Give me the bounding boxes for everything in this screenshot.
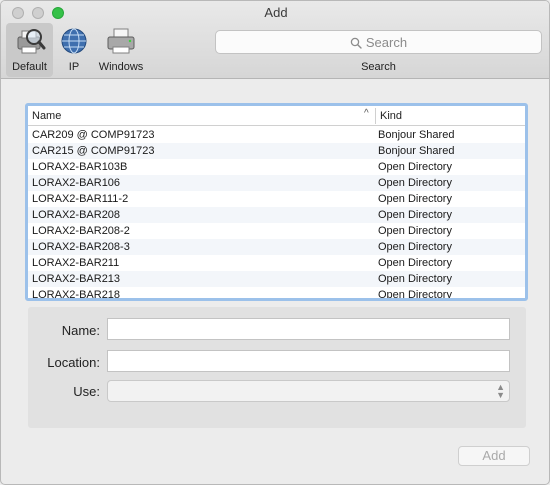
table-row[interactable]: LORAX2-BAR103B Open Directory [28, 159, 525, 175]
row-kind: Open Directory [378, 289, 452, 301]
table-row[interactable]: LORAX2-BAR208-2 Open Directory [28, 223, 525, 239]
window-title: Add [264, 5, 288, 20]
add-printer-window: Add Default IP Windows Search Search Nam… [0, 0, 550, 485]
toolbar-default-button[interactable]: Default [6, 23, 53, 77]
row-kind: Open Directory [378, 161, 452, 173]
row-name: LORAX2-BAR211 [32, 257, 120, 269]
search-placeholder: Search [365, 35, 408, 50]
row-name: LORAX2-BAR106 [32, 177, 121, 189]
search-field[interactable]: Search [215, 30, 542, 54]
table-row[interactable]: LORAX2-BAR213 Open Directory [28, 271, 525, 287]
table-row[interactable]: CAR215 @ COMP91723 Bonjour Shared [28, 143, 525, 159]
column-divider[interactable] [375, 108, 376, 124]
row-name: LORAX2-BAR218 [32, 289, 121, 301]
toolbar-windows-button[interactable]: Windows [94, 23, 148, 77]
table-row[interactable]: LORAX2-BAR111-2 Open Directory [28, 191, 525, 207]
row-name: CAR209 @ COMP91723 [32, 129, 155, 141]
table-row[interactable]: LORAX2-BAR208 Open Directory [28, 207, 525, 223]
column-header-name[interactable]: Name [32, 110, 61, 122]
globe-icon [57, 25, 91, 57]
column-header-kind[interactable]: Kind [380, 110, 402, 122]
titlebar: Add Default IP Windows Search Search [1, 1, 549, 79]
search-icon [350, 37, 362, 49]
name-label: Name: [61, 323, 100, 338]
table-row[interactable]: LORAX2-BAR211 Open Directory [28, 255, 525, 271]
row-name: LORAX2-BAR213 [32, 273, 121, 285]
row-kind: Bonjour Shared [378, 145, 455, 157]
toolbar-ip-label: IP [68, 61, 80, 73]
toolbar-default-label: Default [12, 61, 47, 73]
default-printer-magnifier-icon [13, 25, 47, 57]
toolbar-windows-label: Windows [98, 61, 144, 73]
use-select[interactable]: ▲ ▼ [107, 380, 510, 402]
name-field[interactable] [107, 318, 510, 340]
row-name: LORAX2-BAR103B [32, 161, 128, 173]
location-label: Location: [47, 355, 100, 370]
printer-list[interactable]: Name ^ Kind CAR209 @ COMP91723 Bonjour Sh… [25, 103, 528, 301]
table-row[interactable]: LORAX2-BAR106 Open Directory [28, 175, 525, 191]
table-row[interactable]: LORAX2-BAR218 Open Directory [28, 287, 525, 301]
windows-printer-icon [104, 25, 138, 57]
use-label: Use: [73, 384, 100, 399]
row-kind: Open Directory [378, 273, 452, 285]
row-kind: Open Directory [378, 241, 452, 253]
list-header: Name ^ Kind [28, 106, 525, 126]
row-kind: Open Directory [378, 193, 452, 205]
row-kind: Open Directory [378, 177, 452, 189]
table-row[interactable]: CAR209 @ COMP91723 Bonjour Shared [28, 127, 525, 143]
row-name: LORAX2-BAR208-3 [32, 241, 130, 253]
row-name: LORAX2-BAR111-2 [32, 193, 129, 205]
row-kind: Open Directory [378, 225, 452, 237]
toolbar-ip-button[interactable]: IP [56, 23, 92, 77]
chevron-updown-icon: ▲ ▼ [496, 382, 505, 400]
row-name: LORAX2-BAR208 [32, 209, 121, 221]
add-button[interactable]: Add [458, 446, 530, 466]
row-kind: Bonjour Shared [378, 129, 455, 141]
printer-details-panel: Name: Location: Use: ▲ ▼ [28, 307, 526, 428]
row-kind: Open Directory [378, 257, 452, 269]
search-caption: Search [361, 61, 396, 73]
list-rows: CAR209 @ COMP91723 Bonjour Shared CAR215 … [28, 127, 525, 301]
row-kind: Open Directory [378, 209, 452, 221]
location-field[interactable] [107, 350, 510, 372]
row-name: LORAX2-BAR208-2 [32, 225, 130, 237]
sort-ascending-icon: ^ [364, 108, 369, 119]
row-name: CAR215 @ COMP91723 [32, 145, 155, 157]
table-row[interactable]: LORAX2-BAR208-3 Open Directory [28, 239, 525, 255]
